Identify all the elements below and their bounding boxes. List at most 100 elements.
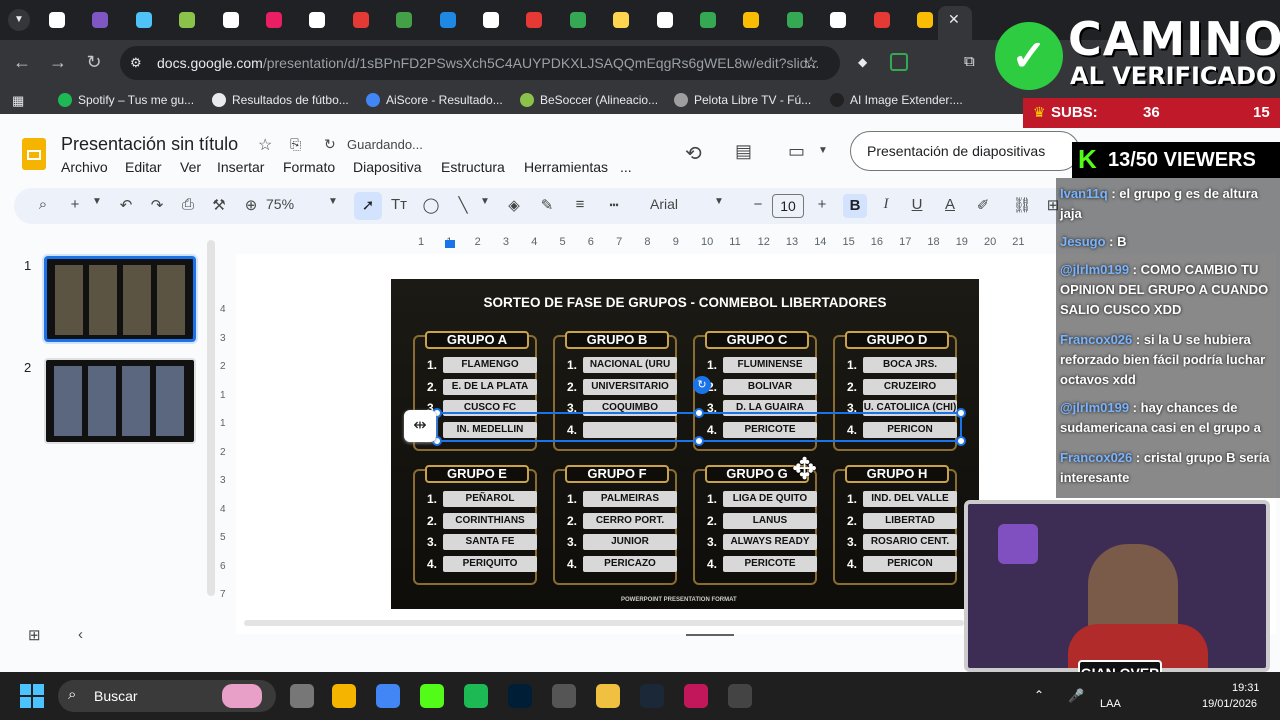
slideshow-button[interactable]: Presentación de diapositivas <box>850 131 1080 171</box>
extension-icon[interactable] <box>890 53 908 71</box>
taskbar-app-icon[interactable] <box>596 684 620 708</box>
team-name[interactable]: BOLIVAR <box>723 378 817 395</box>
site-info-icon[interactable]: ⚙ <box>130 55 142 71</box>
bookmark-item[interactable]: AiScore - Resultado... <box>366 93 503 107</box>
taskbar-app-icon[interactable] <box>508 684 532 708</box>
tray-chevron-icon[interactable]: ⌃ <box>1034 688 1044 702</box>
taskbar-app-icon[interactable] <box>332 684 356 708</box>
paint-format-icon[interactable]: ⚒ <box>208 196 230 214</box>
team-name[interactable]: PEÑAROL <box>443 491 537 507</box>
quick-edit-icon[interactable]: ⇹ <box>404 410 436 442</box>
group-card[interactable]: GRUPO H 1. IND. DEL VALLE 2. LIBERTAD 3. ROSAR… <box>833 465 957 585</box>
back-icon[interactable]: ← <box>11 52 33 73</box>
group-header[interactable]: GRUPO D <box>845 331 949 349</box>
new-slide-icon[interactable]: + <box>64 196 86 213</box>
browser-tab[interactable] <box>304 7 330 33</box>
team-name[interactable]: LANUS <box>723 512 817 529</box>
ruler-indent-marker[interactable] <box>445 240 455 248</box>
team-name[interactable]: E. DE LA PLATA <box>443 378 537 395</box>
group-header[interactable]: GRUPO B <box>565 331 669 349</box>
language-indicator[interactable]: LAA <box>1100 698 1121 710</box>
menu-3[interactable]: Insertar <box>217 159 264 175</box>
team-name[interactable]: ALWAYS READY <box>723 534 817 550</box>
print-icon[interactable]: ⎙ <box>177 196 199 213</box>
redo-icon[interactable]: ↷ <box>146 196 168 214</box>
menu-1[interactable]: Editar <box>125 159 162 175</box>
team-name[interactable]: IND. DEL VALLE <box>863 491 957 507</box>
browser-tab[interactable] <box>261 7 287 33</box>
resize-handle[interactable] <box>694 436 704 446</box>
team-name[interactable]: PALMEIRAS <box>583 491 677 507</box>
bookmark-item[interactable]: Resultados de fútbo... <box>212 93 349 107</box>
menu-6[interactable]: Estructura <box>441 159 505 175</box>
taskbar-app-icon[interactable] <box>684 684 708 708</box>
taskbar-app-icon[interactable] <box>376 684 400 708</box>
border-dash-icon[interactable]: ┅ <box>603 196 625 214</box>
text-color-icon[interactable]: A <box>939 196 961 213</box>
taskbar-app-icon[interactable] <box>420 684 444 708</box>
group-card[interactable]: GRUPO F 1. PALMEIRAS 2. CERRO PORT. 3. JUNIOR 4… <box>553 465 677 585</box>
comments-icon[interactable]: ▤ <box>735 141 752 162</box>
team-name[interactable]: JUNIOR <box>583 534 677 550</box>
resize-handle[interactable] <box>956 408 966 418</box>
browser-tab[interactable] <box>912 7 938 33</box>
group-header[interactable]: GRUPO C <box>705 331 809 349</box>
tab-search-icon[interactable]: ▼ <box>8 9 30 31</box>
team-name[interactable]: LIGA DE QUITO <box>723 491 817 507</box>
team-name[interactable]: FLAMENGO <box>443 357 537 373</box>
new-slide-dropdown-icon[interactable]: ▼ <box>86 196 108 207</box>
slides-logo[interactable] <box>22 138 46 170</box>
border-weight-icon[interactable]: ≡ <box>569 196 591 213</box>
browser-tab[interactable] <box>478 7 504 33</box>
star-icon[interactable]: ☆ <box>258 135 272 155</box>
team-name[interactable]: CORINTHIANS <box>443 512 537 529</box>
text-box-icon[interactable]: Tт <box>388 196 410 213</box>
browser-tab[interactable] <box>348 7 374 33</box>
line-icon[interactable]: ╲ <box>452 196 474 214</box>
group-card[interactable]: GRUPO E 1. PEÑAROL 2. CORINTHIANS 3. SANTA FE 4… <box>413 465 537 585</box>
bookmark-item[interactable]: Pelota Libre TV - Fú... <box>674 93 811 107</box>
group-header[interactable]: GRUPO E <box>425 465 529 483</box>
browser-tab[interactable] <box>131 7 157 33</box>
close-tab-icon[interactable]: ✕ <box>948 11 960 28</box>
taskbar-app-icon[interactable] <box>464 684 488 708</box>
slide-title[interactable]: SORTEO DE FASE DE GRUPOS - CONMEBOL LIBE… <box>391 295 979 310</box>
zoom-icon[interactable]: ⊕ <box>240 196 262 214</box>
menu-more[interactable]: ... <box>620 159 632 175</box>
team-name[interactable]: PERICON <box>863 555 957 572</box>
resize-handle[interactable] <box>694 408 704 418</box>
collapse-filmstrip-icon[interactable]: ‹ <box>78 626 83 643</box>
bold-icon[interactable]: B <box>843 194 867 218</box>
meet-dropdown-icon[interactable]: ▼ <box>818 145 828 156</box>
clock-time[interactable]: 19:31 <box>1232 682 1260 694</box>
slide-thumbnail-2[interactable] <box>44 358 196 444</box>
team-name[interactable]: UNIVERSITARIO <box>583 378 677 395</box>
highlight-icon[interactable]: ✐ <box>972 196 994 214</box>
team-name[interactable]: BOCA JRS. <box>863 357 957 373</box>
move-folder-icon[interactable]: ⎘ <box>290 136 301 153</box>
browser-tab[interactable] <box>825 7 851 33</box>
underline-icon[interactable]: U <box>906 196 928 213</box>
team-name[interactable]: PERIQUITO <box>443 555 537 572</box>
browser-tab[interactable] <box>218 7 244 33</box>
vertical-ruler[interactable]: 4 3 2 1 1 2 3 4 5 6 7 <box>218 290 232 620</box>
team-name[interactable]: ROSARIO CENT. <box>863 534 957 550</box>
browser-tab[interactable] <box>44 7 70 33</box>
bookmark-item[interactable]: BeSoccer (Alineacio... <box>520 93 658 107</box>
grid-view-icon[interactable]: ⊞ <box>28 626 41 644</box>
forward-icon[interactable]: → <box>47 52 69 73</box>
team-name[interactable]: NACIONAL (URU <box>583 357 677 373</box>
taskbar-app-icon[interactable] <box>728 684 752 708</box>
bookmark-star-icon[interactable]: ☆ <box>804 53 818 73</box>
browser-tab[interactable] <box>174 7 200 33</box>
link-icon[interactable]: ⛓ <box>1011 196 1033 214</box>
group-header[interactable]: GRUPO A <box>425 331 529 349</box>
url-text[interactable]: docs.google.com/presentation/d/1sBPnFD2P… <box>157 55 819 71</box>
speaker-notes-handle[interactable] <box>686 634 734 636</box>
browser-tab[interactable] <box>608 7 634 33</box>
menu-2[interactable]: Ver <box>180 159 201 175</box>
meet-icon[interactable]: ▭ <box>788 141 805 162</box>
team-name[interactable]: PERICOTE <box>723 555 817 572</box>
taskbar-app-icon[interactable] <box>222 684 262 708</box>
team-name[interactable]: FLUMINENSE <box>723 357 817 373</box>
